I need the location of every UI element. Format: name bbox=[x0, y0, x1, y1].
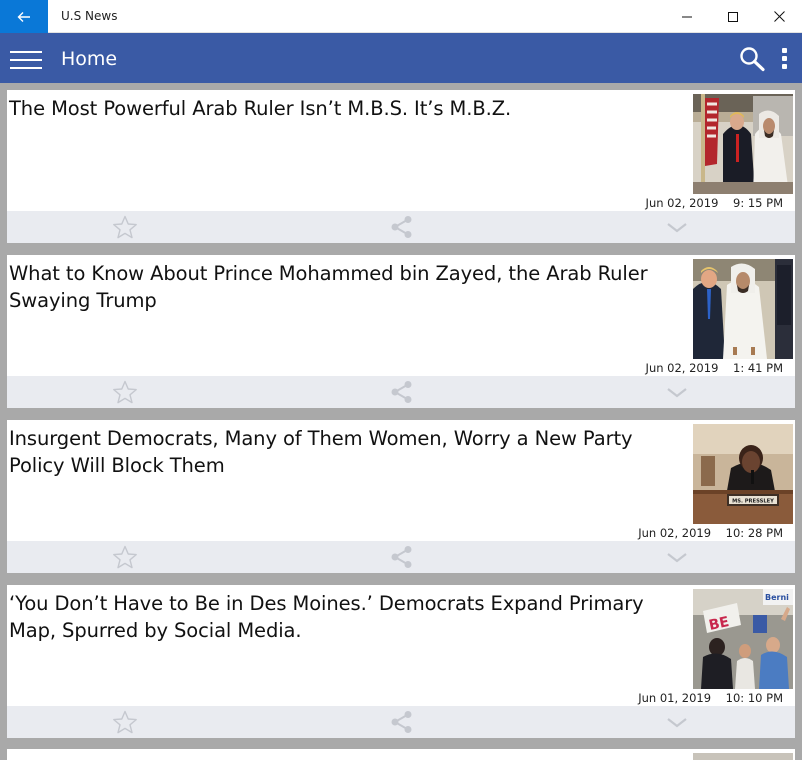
share-icon[interactable] bbox=[388, 379, 416, 405]
news-card[interactable]: Insurgent Democrats, Many of Them Women,… bbox=[7, 420, 795, 573]
chevron-down-icon[interactable] bbox=[663, 544, 691, 570]
star-icon[interactable] bbox=[111, 544, 139, 570]
article-date: Jun 02, 2019 1: 41 PM bbox=[645, 361, 783, 375]
minimize-button[interactable] bbox=[664, 0, 710, 33]
article-title[interactable]: ‘You Don’t Have to Be in Des Moines.’ De… bbox=[9, 590, 669, 644]
article-thumbnail[interactable]: MS. PRESSLEY bbox=[693, 424, 793, 524]
article-title[interactable]: The Most Powerful Arab Ruler Isn’t M.B.S… bbox=[9, 95, 669, 122]
article-date: Jun 01, 2019 10: 10 PM bbox=[638, 691, 783, 705]
star-icon[interactable] bbox=[111, 709, 139, 735]
search-icon[interactable] bbox=[738, 46, 766, 72]
chevron-down-icon[interactable] bbox=[663, 379, 691, 405]
star-icon[interactable] bbox=[111, 379, 139, 405]
article-thumbnail[interactable] bbox=[693, 94, 793, 194]
card-action-bar bbox=[7, 706, 795, 738]
article-date: Jun 02, 2019 10: 28 PM bbox=[638, 526, 783, 540]
maximize-icon bbox=[728, 11, 738, 22]
nameplate-text: MS. PRESSLEY bbox=[732, 499, 774, 505]
article-title[interactable]: Insurgent Democrats, Many of Them Women,… bbox=[9, 425, 669, 479]
app-title: U.S News bbox=[61, 9, 118, 23]
card-action-bar bbox=[7, 376, 795, 408]
star-icon[interactable] bbox=[111, 214, 139, 240]
news-card[interactable]: The Most Powerful Arab Ruler Isn’t M.B.S… bbox=[7, 90, 795, 243]
article-thumbnail[interactable]: Berni BE bbox=[693, 589, 793, 689]
news-card[interactable]: ‘You Don’t Have to Be in Des Moines.’ De… bbox=[7, 585, 795, 738]
news-feed[interactable]: The Most Powerful Arab Ruler Isn’t M.B.S… bbox=[0, 83, 802, 760]
news-card-partial[interactable] bbox=[7, 749, 795, 760]
hamburger-icon[interactable] bbox=[10, 51, 42, 69]
share-icon[interactable] bbox=[388, 709, 416, 735]
more-vertical-icon[interactable] bbox=[780, 48, 790, 70]
card-action-bar bbox=[7, 541, 795, 573]
chevron-down-icon[interactable] bbox=[663, 709, 691, 735]
article-thumbnail[interactable] bbox=[693, 753, 793, 760]
share-icon[interactable] bbox=[388, 214, 416, 240]
share-icon[interactable] bbox=[388, 544, 416, 570]
title-bar: U.S News bbox=[0, 0, 802, 33]
article-thumbnail[interactable] bbox=[693, 259, 793, 359]
chevron-down-icon[interactable] bbox=[663, 214, 691, 240]
close-icon bbox=[773, 11, 785, 22]
photo-sign-text-right: Berni bbox=[765, 593, 789, 602]
article-title[interactable]: What to Know About Prince Mohammed bin Z… bbox=[9, 260, 669, 314]
back-button[interactable] bbox=[0, 0, 48, 33]
article-date: Jun 02, 2019 9: 15 PM bbox=[645, 196, 783, 210]
minimize-icon bbox=[682, 16, 692, 17]
app-bar: Home bbox=[0, 33, 802, 83]
page-title: Home bbox=[61, 48, 118, 70]
news-card[interactable]: What to Know About Prince Mohammed bin Z… bbox=[7, 255, 795, 408]
maximize-button[interactable] bbox=[710, 0, 756, 33]
card-action-bar bbox=[7, 211, 795, 243]
close-button[interactable] bbox=[756, 0, 802, 33]
arrow-left-icon bbox=[17, 11, 30, 22]
